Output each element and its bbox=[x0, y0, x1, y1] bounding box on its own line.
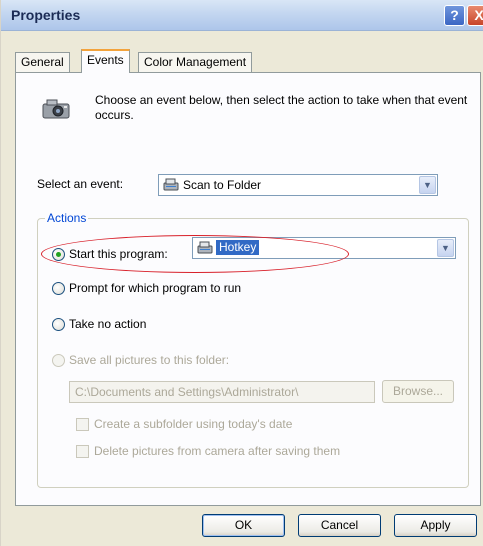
no-action-label[interactable]: Take no action bbox=[69, 317, 146, 331]
prompt-program-radio[interactable] bbox=[52, 282, 65, 295]
subfolder-checkbox bbox=[76, 418, 89, 431]
browse-button: Browse... bbox=[382, 380, 454, 403]
save-pictures-radio bbox=[52, 354, 65, 367]
program-select[interactable]: Hotkey ▼ bbox=[192, 237, 456, 259]
tab-general[interactable]: General bbox=[15, 52, 70, 72]
help-button[interactable]: ? bbox=[444, 5, 465, 26]
window-title: Properties bbox=[11, 7, 81, 23]
start-program-radio[interactable] bbox=[52, 248, 65, 261]
chevron-down-icon[interactable]: ▼ bbox=[419, 176, 436, 194]
delete-pictures-checkbox bbox=[76, 445, 89, 458]
apply-button[interactable]: Apply bbox=[394, 514, 477, 537]
event-select-value: Scan to Folder bbox=[183, 178, 262, 192]
subfolder-label: Create a subfolder using today's date bbox=[94, 417, 293, 431]
actions-group-title: Actions bbox=[45, 211, 89, 225]
ok-button[interactable]: OK bbox=[202, 514, 285, 537]
properties-window: Properties ? X General Events Color Mana… bbox=[0, 0, 483, 546]
no-action-radio[interactable] bbox=[52, 318, 65, 331]
program-select-value: Hotkey bbox=[216, 240, 260, 255]
start-program-label[interactable]: Start this program: bbox=[69, 247, 168, 261]
event-select[interactable]: Scan to Folder ▼ bbox=[158, 174, 438, 196]
intro-text: Choose an event below, then select the a… bbox=[95, 93, 468, 122]
close-button[interactable]: X bbox=[467, 5, 483, 26]
select-event-label: Select an event: bbox=[37, 177, 124, 191]
prompt-program-label[interactable]: Prompt for which program to run bbox=[69, 281, 241, 295]
scanner-icon bbox=[197, 241, 213, 254]
camera-icon bbox=[42, 99, 70, 119]
cancel-button[interactable]: Cancel bbox=[298, 514, 381, 537]
chevron-down-icon[interactable]: ▼ bbox=[437, 239, 454, 257]
tab-events[interactable]: Events bbox=[81, 49, 130, 73]
scanner-icon bbox=[163, 178, 179, 191]
tab-color-management[interactable]: Color Management bbox=[138, 52, 253, 72]
delete-pictures-label: Delete pictures from camera after saving… bbox=[94, 444, 341, 458]
save-pictures-label: Save all pictures to this folder: bbox=[69, 353, 230, 367]
title-bar[interactable]: Properties ? X bbox=[1, 0, 483, 31]
folder-path-field: C:\Documents and Settings\Administrator\ bbox=[69, 381, 375, 403]
